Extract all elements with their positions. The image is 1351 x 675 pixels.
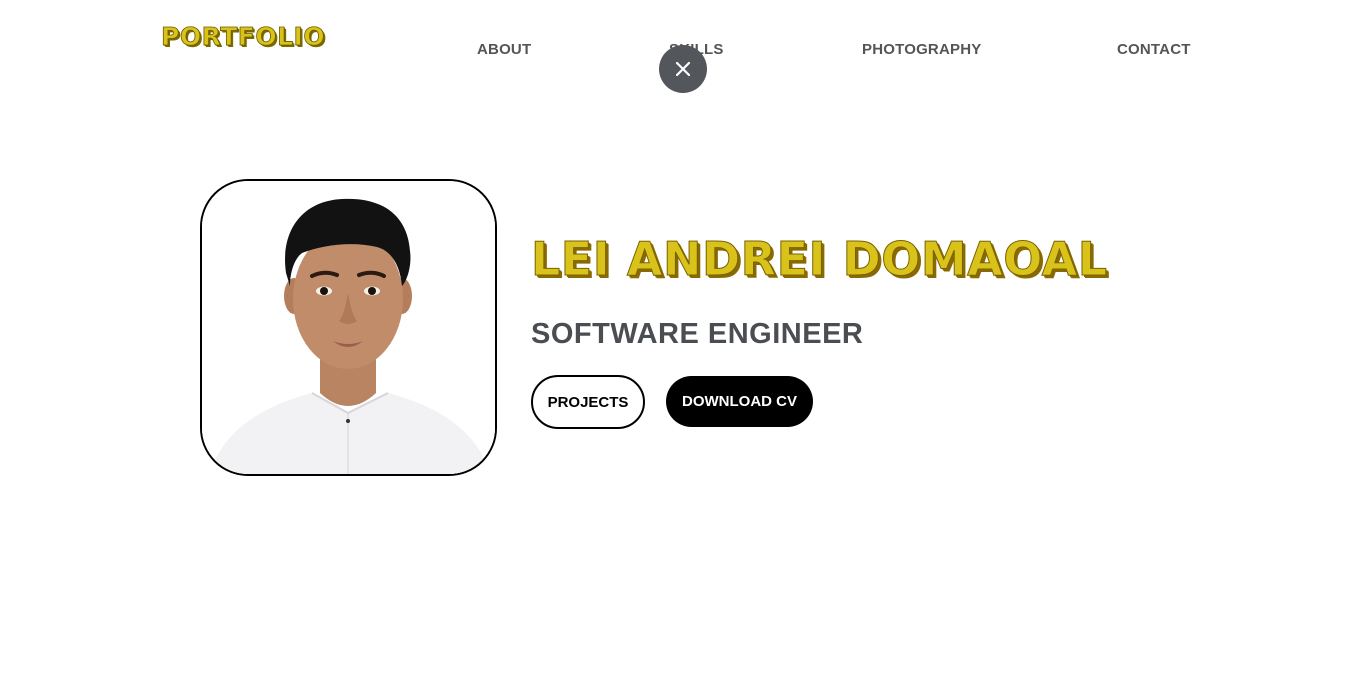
logo[interactable]: PORTFOLIO xyxy=(161,22,325,52)
close-button[interactable] xyxy=(659,45,707,93)
nav-about[interactable]: ABOUT xyxy=(477,41,531,58)
close-icon xyxy=(675,61,691,77)
projects-button[interactable]: PROJECTS xyxy=(531,375,645,429)
profile-role: SOFTWARE ENGINEER xyxy=(531,318,864,350)
nav-photography[interactable]: PHOTOGRAPHY xyxy=(862,41,981,58)
nav-contact[interactable]: CONTACT xyxy=(1117,41,1191,58)
profile-name: LEI ANDREI DOMAOAL xyxy=(531,232,1108,287)
portfolio-page: PORTFOLIO ABOUT SKILLS PHOTOGRAPHY CONTA… xyxy=(0,0,1351,675)
download-cv-button[interactable]: DOWNLOAD CV xyxy=(666,376,813,427)
profile-photo xyxy=(200,179,497,476)
